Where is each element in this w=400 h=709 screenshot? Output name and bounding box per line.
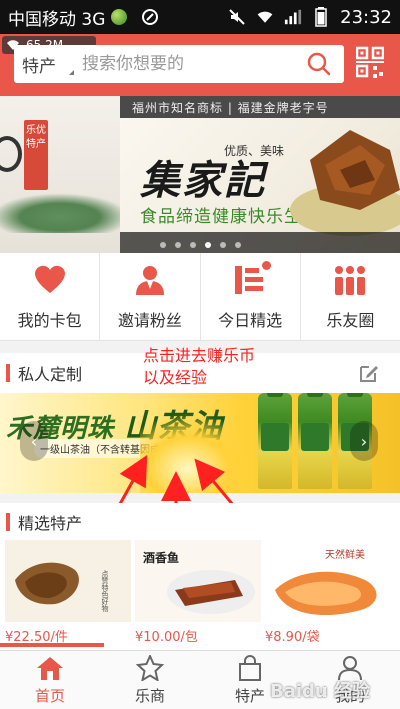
mute-icon (228, 8, 246, 26)
quick-nav: 我的卡包 邀请粉丝 今日精选 乐友圈 (0, 253, 400, 341)
section-accent-bar (6, 364, 10, 382)
quick-nav-label: 今日精选 (218, 310, 283, 330)
search-input[interactable] (76, 54, 296, 74)
section-title: 私人定制 (18, 365, 83, 384)
oil-bottle-image (298, 393, 332, 489)
product-image: 酒香鱼 (135, 540, 261, 622)
search-bar[interactable]: 特产 (14, 45, 344, 83)
banner-top-strip: 福州市知名商标 | 福建金牌老字号 (120, 96, 400, 118)
oil-bottle-image (258, 393, 292, 489)
signal-icon (284, 8, 302, 26)
tab-label: 首页 (34, 686, 65, 705)
bag-icon (239, 654, 261, 681)
carousel-dot (190, 242, 196, 248)
annotation-line: 点击进去赚乐币 (143, 346, 256, 365)
tab-label: 乐商 (134, 686, 165, 705)
section-title: 精选特产 (18, 513, 83, 533)
carousel-next-arrow[interactable]: › (350, 421, 378, 461)
carousel-dot-active (205, 242, 211, 248)
search-category-dropdown[interactable]: 特产 (14, 52, 76, 77)
tab-home[interactable]: 首页 (0, 651, 100, 709)
product-image: 天然鲜美 (265, 540, 391, 622)
carrier-label: 中国移动 3G (8, 9, 106, 30)
person-icon (135, 265, 164, 295)
dried-meat-image (290, 130, 400, 236)
quick-nav-label: 乐友圈 (326, 310, 375, 330)
qr-scan-icon[interactable] (356, 46, 384, 82)
quick-nav-my-cards[interactable]: 我的卡包 (0, 253, 101, 340)
product-price: ¥8.90/袋 (265, 630, 320, 645)
app-notification-icon (141, 8, 159, 26)
mountain-decoration (0, 193, 130, 233)
banner-logo: 集家記 (140, 157, 266, 204)
product-card[interactable]: 点赞特色好物 ¥22.50/件 (5, 540, 131, 650)
product-card[interactable]: 天然鲜美 ¥8.90/袋 (265, 540, 391, 650)
watermark: Baidu 经验 (269, 681, 370, 702)
search-category-label: 特产 (22, 56, 56, 77)
product-price: ¥10.00/包 (135, 630, 198, 645)
promo-banner-carousel[interactable]: 乐优特产 福州市知名商标 | 福建金牌老字号 优质、美味 集家記 食品缔造健康快… (0, 96, 400, 253)
carousel-prev-arrow[interactable]: ‹ (20, 421, 48, 461)
product-image: 点赞特色好物 (5, 540, 131, 622)
oil-splash-decoration (140, 413, 260, 493)
banner-main-panel: 福州市知名商标 | 福建金牌老字号 优质、美味 集家記 食品缔造健康快乐生活 (120, 96, 400, 253)
quick-nav-invite-fans[interactable]: 邀请粉丝 (100, 253, 201, 340)
home-icon (37, 656, 63, 680)
network-indicator-icon (111, 9, 128, 25)
status-bar: 中国移动 3G 23:32 (0, 0, 400, 34)
clock: 23:32 (340, 6, 392, 28)
dropdown-triangle-icon (69, 69, 74, 75)
product-caption: 点赞特色好物 (101, 570, 109, 613)
new-badge-dot (262, 260, 272, 270)
product-caption: 酒香鱼 (143, 550, 179, 565)
app-header: 65.2M 特产 (0, 34, 400, 96)
product-card[interactable]: 酒香鱼 ¥10.00/包 (135, 540, 261, 650)
tab-label: 特产 (234, 686, 265, 705)
tutorial-annotation: 点击进去赚乐币 以及经验 (143, 345, 255, 389)
carousel-dot (220, 242, 226, 248)
wifi-icon (256, 8, 274, 26)
people-icon (335, 265, 366, 295)
tab-merchants[interactable]: 乐商 (100, 651, 200, 709)
quick-nav-label: 邀请粉丝 (117, 310, 182, 330)
active-tab-indicator (0, 643, 104, 647)
banner-left-panel: 乐优特产 (0, 96, 130, 253)
search-icon[interactable] (306, 51, 332, 77)
featured-header[interactable]: 精选特产 (0, 503, 400, 540)
private-custom-promo-banner[interactable]: 禾麓明珠 山茶油 一级山茶油（不含转基因成分） ‹ › (0, 393, 400, 493)
carousel-dot (160, 242, 166, 248)
carousel-indicator (160, 242, 241, 248)
banner-seal: 乐优特产 (24, 120, 48, 190)
carousel-dot (175, 242, 181, 248)
edit-icon[interactable] (358, 362, 380, 384)
featured-product-list: 点赞特色好物 ¥22.50/件 酒香鱼 ¥10.00/包 天然鲜美 ¥8.90/… (0, 540, 400, 650)
carousel-dot (235, 242, 241, 248)
quick-nav-friends-circle[interactable]: 乐友圈 (301, 253, 400, 340)
section-accent-bar (6, 512, 10, 531)
annotation-line: 以及经验 (143, 368, 208, 387)
app-screen: 中国移动 3G 23:32 65.2M (0, 0, 400, 709)
heart-icon (34, 265, 65, 293)
battery-icon (312, 7, 330, 27)
star-icon (136, 654, 164, 681)
list-icon (233, 260, 272, 297)
product-caption: 天然鲜美 (325, 548, 365, 561)
quick-nav-label: 我的卡包 (17, 310, 82, 330)
swirl-decoration (0, 136, 22, 172)
quick-nav-today-picks[interactable]: 今日精选 (201, 253, 301, 340)
